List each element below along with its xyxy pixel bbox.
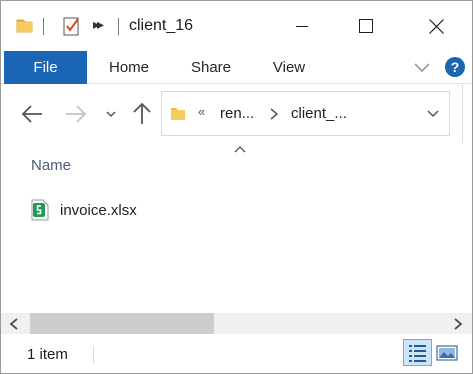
folder-icon[interactable] xyxy=(16,17,33,34)
details-view-icon xyxy=(409,345,426,362)
window-title: client_16 xyxy=(129,17,194,34)
breadcrumb-segment-current[interactable]: client_... xyxy=(291,105,347,122)
folder-icon xyxy=(171,108,185,120)
list-item[interactable]: invoice.xlsx xyxy=(27,199,177,225)
expand-ribbon-chevron-icon[interactable] xyxy=(412,59,432,75)
back-arrow-icon[interactable] xyxy=(20,103,44,125)
address-bar[interactable]: « ren... client_... xyxy=(161,91,450,136)
large-icons-view-icon[interactable] xyxy=(435,342,459,364)
breadcrumb-segment[interactable]: ren... xyxy=(220,105,254,122)
scroll-right-arrow-icon[interactable] xyxy=(453,318,463,330)
up-arrow-icon[interactable] xyxy=(131,101,153,125)
minimize-button[interactable] xyxy=(278,1,325,51)
title-separator xyxy=(118,18,119,35)
help-icon[interactable]: ? xyxy=(445,57,465,77)
quick-access-separator xyxy=(43,18,44,35)
maximize-button[interactable] xyxy=(342,1,389,51)
item-count: 1 item xyxy=(27,346,68,363)
status-separator xyxy=(93,346,94,364)
tab-share[interactable]: Share xyxy=(179,51,243,84)
close-button[interactable] xyxy=(413,1,460,51)
tab-home[interactable]: Home xyxy=(96,51,162,84)
minimize-icon xyxy=(295,26,308,27)
customize-toolbar-icon[interactable]: ▸▸ xyxy=(93,16,104,33)
recent-locations-chevron-icon[interactable] xyxy=(104,107,118,121)
ribbon-tabs: File Home Share View ? xyxy=(1,51,472,84)
tab-view[interactable]: View xyxy=(260,51,318,84)
explorer-window: ▸▸ client_16 File Home Share View ? « re… xyxy=(0,0,473,374)
forward-arrow-icon[interactable] xyxy=(64,103,88,125)
details-view-button[interactable] xyxy=(403,339,432,366)
chevron-right-icon[interactable] xyxy=(269,107,279,121)
scroll-left-arrow-icon[interactable] xyxy=(9,318,19,330)
spreadsheet-icon xyxy=(31,199,49,221)
status-bar: 1 item xyxy=(1,334,472,373)
properties-icon[interactable] xyxy=(61,15,83,37)
file-list: Name invoice.xlsx xyxy=(1,143,472,313)
close-icon xyxy=(429,18,444,34)
address-dropdown-chevron-icon[interactable] xyxy=(426,108,440,120)
address-overflow-icon[interactable]: « xyxy=(198,104,205,119)
scrollbar-thumb[interactable] xyxy=(30,313,214,334)
maximize-icon xyxy=(358,19,373,33)
file-name: invoice.xlsx xyxy=(60,202,137,219)
title-bar: ▸▸ client_16 xyxy=(1,1,472,51)
tab-file[interactable]: File xyxy=(4,51,87,84)
navigation-bar: « ren... client_... xyxy=(1,85,472,143)
sort-ascending-icon xyxy=(234,146,246,153)
horizontal-scrollbar[interactable] xyxy=(1,313,472,334)
column-header-name[interactable]: Name xyxy=(31,157,71,174)
